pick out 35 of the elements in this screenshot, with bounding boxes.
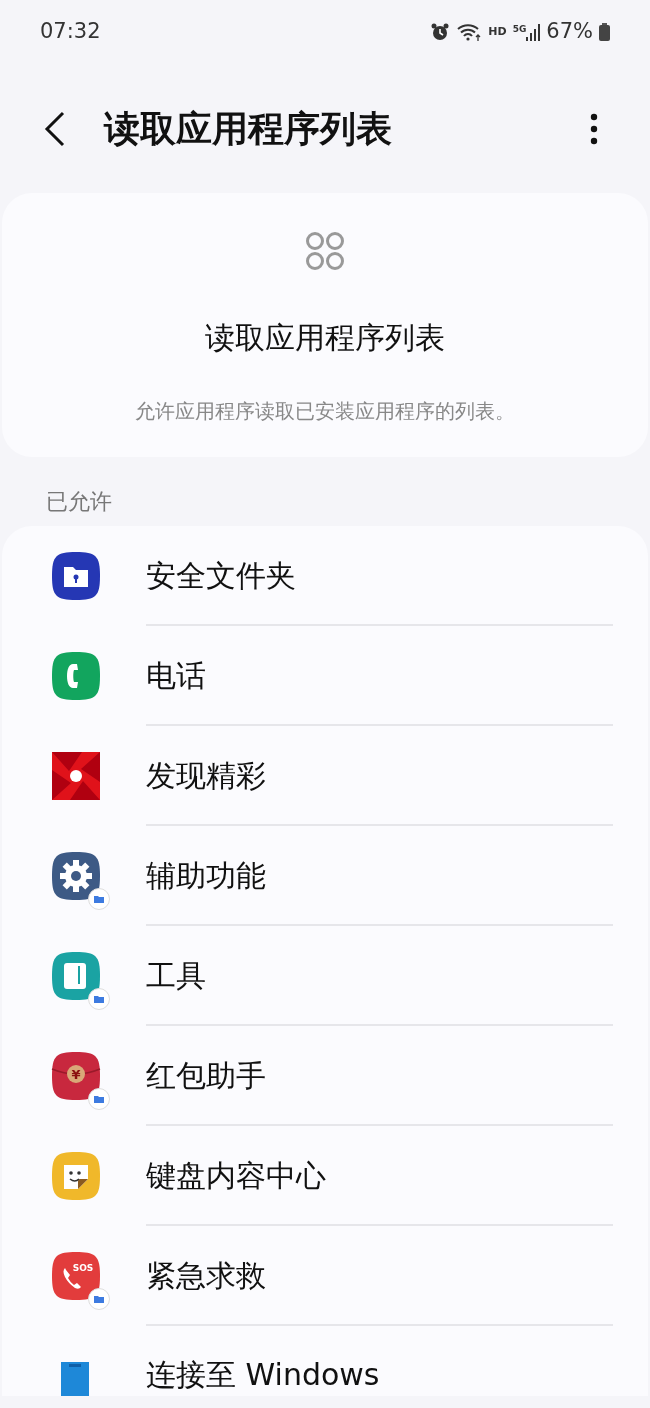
app-name: 电话	[146, 656, 206, 695]
app-name: 键盘内容中心	[146, 1156, 326, 1195]
app-list-item[interactable]: 发现精彩	[2, 726, 648, 826]
app-list-item[interactable]: 工具	[2, 926, 648, 1026]
network-type-label: 5G	[512, 23, 527, 36]
status-time: 07:32	[40, 18, 101, 46]
battery-percentage: 67%	[546, 18, 593, 46]
app-list-item[interactable]: 连接至 Windows	[2, 1326, 648, 1396]
app-name: 红包助手	[146, 1056, 266, 1095]
sos-phone-icon: SOS	[51, 1251, 101, 1301]
app-name: 发现精彩	[146, 756, 266, 795]
signal-icon	[526, 23, 541, 41]
app-list-item[interactable]: SOS 紧急求救	[2, 1226, 648, 1326]
app-name: 紧急求救	[146, 1256, 266, 1295]
app-list-item[interactable]: 电话	[2, 626, 648, 726]
app-name: 安全文件夹	[146, 556, 296, 595]
app-name: 辅助功能	[146, 856, 266, 895]
network-label: HD	[488, 23, 507, 40]
more-icon	[590, 112, 598, 145]
app-list-item[interactable]: 键盘内容中心	[2, 1126, 648, 1226]
card-description: 允许应用程序读取已安装应用程序的列表。	[135, 398, 515, 425]
card-title: 读取应用程序列表	[205, 319, 445, 357]
app-list-item[interactable]: 辅助功能	[2, 826, 648, 926]
page-title: 读取应用程序列表	[104, 106, 393, 151]
app-name: 连接至 Windows	[146, 1356, 380, 1394]
app-name: 工具	[146, 956, 206, 995]
apps-grid-icon	[305, 231, 345, 271]
envelope-icon: ¥	[51, 1051, 101, 1101]
app-list-item[interactable]: ¥ 红包助手	[2, 1026, 648, 1126]
back-icon	[44, 110, 66, 147]
wifi-icon	[456, 22, 483, 42]
battery-icon	[599, 23, 610, 41]
app-list-item[interactable]: 安全文件夹	[2, 526, 648, 626]
alarm-icon	[430, 22, 451, 42]
section-label: 已允许	[46, 489, 112, 514]
